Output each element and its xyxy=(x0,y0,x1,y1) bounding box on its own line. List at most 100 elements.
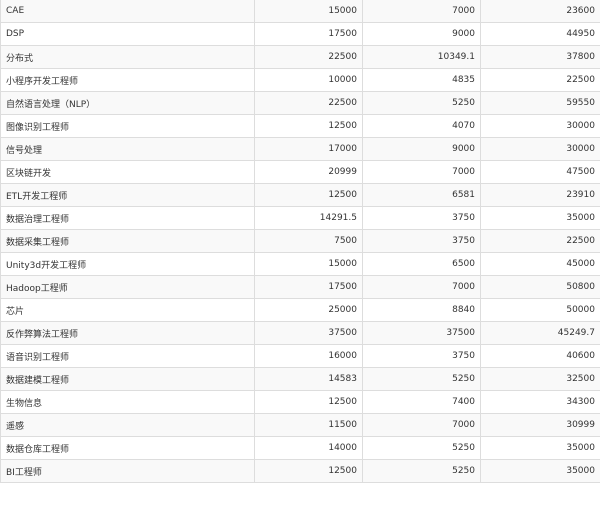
value-cell-3: 35000 xyxy=(480,436,600,460)
table-row: 小程序开发工程师 10000 4835 22500 xyxy=(0,68,600,92)
value-cell-1: 16000 xyxy=(254,344,363,368)
value-cell-3: 34300 xyxy=(480,390,600,414)
table-row: 芯片 25000 8840 50000 xyxy=(0,298,600,322)
value-cell-3: 35000 xyxy=(480,206,600,230)
value-cell-3: 45000 xyxy=(480,252,600,276)
value-cell-1: 14000 xyxy=(254,436,363,460)
table-row: 分布式 22500 10349.1 37800 xyxy=(0,45,600,69)
table-row: 生物信息 12500 7400 34300 xyxy=(0,390,600,414)
value-cell-1: 15000 xyxy=(254,252,363,276)
job-title-cell: CAE xyxy=(0,0,255,23)
value-cell-3: 22500 xyxy=(480,68,600,92)
table-row: 图像识别工程师 12500 4070 30000 xyxy=(0,114,600,138)
value-cell-2: 7000 xyxy=(362,0,481,23)
value-cell-3: 50000 xyxy=(480,298,600,322)
value-cell-2: 37500 xyxy=(362,321,481,345)
job-title-cell: 反作弊算法工程师 xyxy=(0,321,255,345)
job-title-cell: 芯片 xyxy=(0,298,255,322)
salary-table: CAE 15000 7000 23600 DSP 17500 9000 4495… xyxy=(0,0,600,483)
value-cell-1: 7500 xyxy=(254,229,363,253)
value-cell-2: 7000 xyxy=(362,160,481,184)
table-row: Hadoop工程师 17500 7000 50800 xyxy=(0,275,600,299)
job-title-cell: 图像识别工程师 xyxy=(0,114,255,138)
job-title-cell: 分布式 xyxy=(0,45,255,69)
value-cell-2: 5250 xyxy=(362,367,481,391)
job-title-cell: 信号处理 xyxy=(0,137,255,161)
value-cell-2: 7400 xyxy=(362,390,481,414)
salary-table-body: CAE 15000 7000 23600 DSP 17500 9000 4495… xyxy=(0,0,600,483)
table-row: 数据采集工程师 7500 3750 22500 xyxy=(0,229,600,253)
table-row: 区块链开发 20999 7000 47500 xyxy=(0,160,600,184)
value-cell-2: 4070 xyxy=(362,114,481,138)
value-cell-1: 20999 xyxy=(254,160,363,184)
table-row: Unity3d开发工程师 15000 6500 45000 xyxy=(0,252,600,276)
job-title-cell: 生物信息 xyxy=(0,390,255,414)
table-row: 语音识别工程师 16000 3750 40600 xyxy=(0,344,600,368)
job-title-cell: 数据仓库工程师 xyxy=(0,436,255,460)
value-cell-1: 10000 xyxy=(254,68,363,92)
table-row: ETL开发工程师 12500 6581 23910 xyxy=(0,183,600,207)
table-row: CAE 15000 7000 23600 xyxy=(0,0,600,23)
job-title-cell: 遥感 xyxy=(0,413,255,437)
value-cell-1: 22500 xyxy=(254,45,363,69)
table-row: 遥感 11500 7000 30999 xyxy=(0,413,600,437)
value-cell-2: 3750 xyxy=(362,206,481,230)
value-cell-3: 59550 xyxy=(480,91,600,115)
value-cell-3: 37800 xyxy=(480,45,600,69)
job-title-cell: Unity3d开发工程师 xyxy=(0,252,255,276)
value-cell-2: 4835 xyxy=(362,68,481,92)
value-cell-3: 23600 xyxy=(480,0,600,23)
value-cell-1: 25000 xyxy=(254,298,363,322)
value-cell-3: 45249.7 xyxy=(480,321,600,345)
job-title-cell: Hadoop工程师 xyxy=(0,275,255,299)
job-title-cell: 数据治理工程师 xyxy=(0,206,255,230)
job-title-cell: BI工程师 xyxy=(0,459,255,483)
job-title-cell: 小程序开发工程师 xyxy=(0,68,255,92)
value-cell-1: 15000 xyxy=(254,0,363,23)
table-row: 信号处理 17000 9000 30000 xyxy=(0,137,600,161)
value-cell-1: 12500 xyxy=(254,183,363,207)
value-cell-2: 7000 xyxy=(362,413,481,437)
value-cell-1: 17500 xyxy=(254,22,363,46)
value-cell-1: 37500 xyxy=(254,321,363,345)
value-cell-1: 12500 xyxy=(254,390,363,414)
value-cell-3: 44950 xyxy=(480,22,600,46)
value-cell-2: 9000 xyxy=(362,22,481,46)
value-cell-3: 47500 xyxy=(480,160,600,184)
value-cell-1: 12500 xyxy=(254,114,363,138)
value-cell-2: 5250 xyxy=(362,459,481,483)
value-cell-2: 5250 xyxy=(362,436,481,460)
job-title-cell: 数据采集工程师 xyxy=(0,229,255,253)
table-row: BI工程师 12500 5250 35000 xyxy=(0,459,600,483)
value-cell-1: 17500 xyxy=(254,275,363,299)
value-cell-1: 12500 xyxy=(254,459,363,483)
value-cell-2: 9000 xyxy=(362,137,481,161)
job-title-cell: 区块链开发 xyxy=(0,160,255,184)
table-row: 数据建模工程师 14583 5250 32500 xyxy=(0,367,600,391)
value-cell-3: 30000 xyxy=(480,137,600,161)
value-cell-1: 11500 xyxy=(254,413,363,437)
value-cell-3: 30000 xyxy=(480,114,600,138)
value-cell-3: 23910 xyxy=(480,183,600,207)
value-cell-2: 8840 xyxy=(362,298,481,322)
job-title-cell: 自然语言处理（NLP） xyxy=(0,91,255,115)
job-title-cell: 数据建模工程师 xyxy=(0,367,255,391)
value-cell-2: 3750 xyxy=(362,344,481,368)
table-row: 自然语言处理（NLP） 22500 5250 59550 xyxy=(0,91,600,115)
job-title-cell: ETL开发工程师 xyxy=(0,183,255,207)
value-cell-2: 5250 xyxy=(362,91,481,115)
value-cell-3: 50800 xyxy=(480,275,600,299)
value-cell-2: 10349.1 xyxy=(362,45,481,69)
value-cell-3: 32500 xyxy=(480,367,600,391)
value-cell-1: 14291.5 xyxy=(254,206,363,230)
value-cell-2: 7000 xyxy=(362,275,481,299)
job-title-cell: 语音识别工程师 xyxy=(0,344,255,368)
value-cell-2: 3750 xyxy=(362,229,481,253)
value-cell-1: 22500 xyxy=(254,91,363,115)
value-cell-1: 14583 xyxy=(254,367,363,391)
value-cell-3: 22500 xyxy=(480,229,600,253)
table-row: DSP 17500 9000 44950 xyxy=(0,22,600,46)
table-row: 数据治理工程师 14291.5 3750 35000 xyxy=(0,206,600,230)
value-cell-3: 30999 xyxy=(480,413,600,437)
value-cell-2: 6500 xyxy=(362,252,481,276)
